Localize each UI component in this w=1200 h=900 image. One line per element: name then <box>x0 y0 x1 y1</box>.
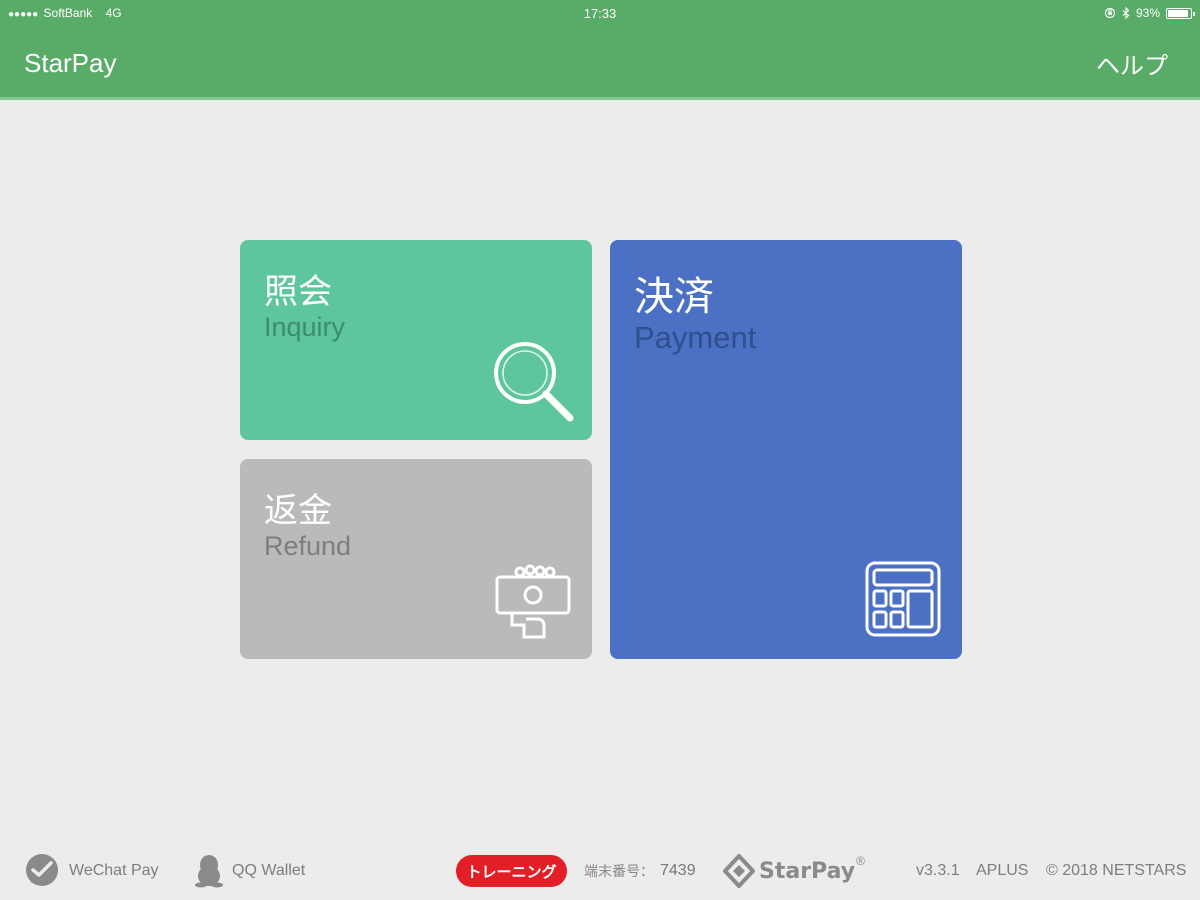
navigation-bar: StarPay ヘルプ <box>0 26 1200 100</box>
refund-cash-icon <box>495 564 571 639</box>
starpay-brand-logo: StarPay ® <box>723 848 865 894</box>
starpay-logo-icon <box>723 854 755 888</box>
battery-percent: 93% <box>1135 6 1160 20</box>
status-right: 93% <box>1104 6 1195 20</box>
registered-mark: ® <box>856 854 865 868</box>
partner-item: APLUS <box>976 848 1028 894</box>
app-version: v3.3.1 <box>916 862 960 879</box>
status-bar: ●●●●● SoftBank 4G 17:33 93% <box>0 0 1200 26</box>
refund-title-ja: 返金 <box>264 491 332 531</box>
wechat-pay-label: WeChat Pay <box>69 862 159 879</box>
copyright-item: © 2018 NETSTARS <box>1046 848 1186 894</box>
version-item: v3.3.1 <box>916 848 960 894</box>
terminal-number-item: 端末番号： 7439 <box>584 848 696 894</box>
battery-icon <box>1166 7 1195 19</box>
training-mode-badge: トレーニング <box>456 855 567 887</box>
partner-name: APLUS <box>976 862 1029 879</box>
inquiry-title-en: Inquiry <box>264 312 346 342</box>
search-icon <box>494 342 574 422</box>
refund-title-en: Refund <box>264 531 352 561</box>
wechat-icon <box>26 854 58 886</box>
payment-tile[interactable]: 決済 Payment <box>610 240 962 659</box>
app-title: StarPay <box>24 48 117 78</box>
payment-title-en: Payment <box>634 320 757 355</box>
help-button[interactable]: ヘルプ <box>1096 46 1168 81</box>
qq-wallet-label: QQ Wallet <box>232 862 306 879</box>
starpay-brand-text: StarPay <box>759 858 856 884</box>
battery-level <box>1168 9 1189 17</box>
terminal-number-label: 端末番号： <box>584 864 654 880</box>
payment-title-ja: 決済 <box>634 274 714 320</box>
bluetooth-icon <box>1122 7 1130 19</box>
terminal-number-value: 7439 <box>660 862 696 879</box>
qq-penguin-icon <box>195 855 223 888</box>
status-time: 17:33 <box>583 6 617 21</box>
calculator-icon <box>865 561 941 637</box>
inquiry-tile[interactable]: 照会 Inquiry <box>240 240 592 440</box>
copyright-text: © 2018 NETSTARS <box>1046 862 1187 879</box>
wechat-pay-item: WeChat Pay <box>24 848 159 894</box>
orientation-lock-icon <box>1104 7 1116 19</box>
qq-wallet-item: QQ Wallet <box>194 848 305 894</box>
footer: WeChat Pay QQ Wallet トレーニング 端末番号： 7439 S… <box>0 848 1200 894</box>
inquiry-title-ja: 照会 <box>264 272 332 312</box>
refund-tile[interactable]: 返金 Refund <box>240 459 592 659</box>
